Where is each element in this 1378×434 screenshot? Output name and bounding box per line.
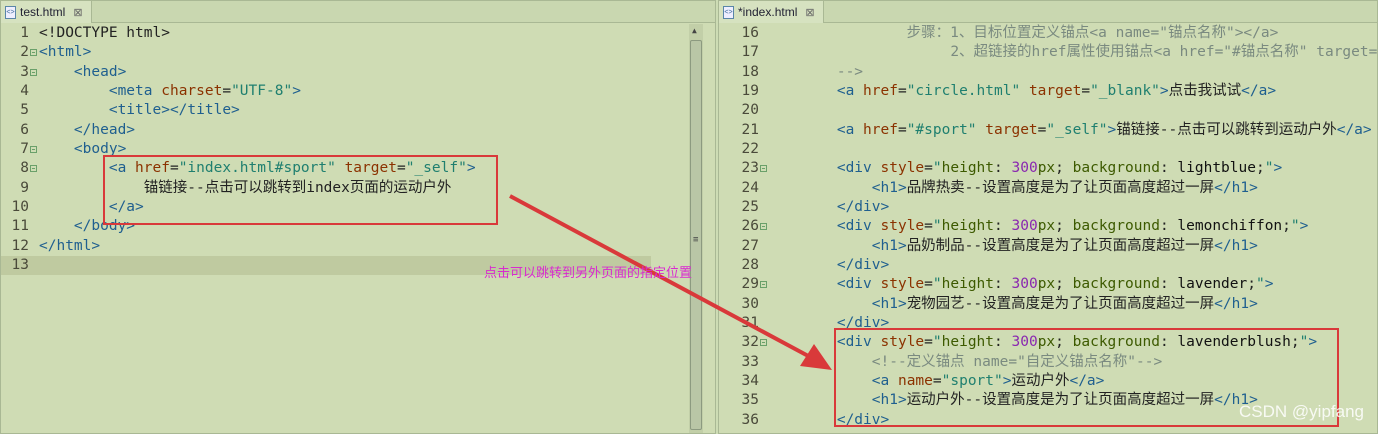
annotation-text: 点击可以跳转到另外页面的指定位置 bbox=[484, 265, 693, 280]
arrow-annotation bbox=[509, 194, 832, 370]
arrow-head bbox=[800, 344, 832, 370]
watermark: CSDN @yipfang bbox=[1239, 402, 1364, 421]
